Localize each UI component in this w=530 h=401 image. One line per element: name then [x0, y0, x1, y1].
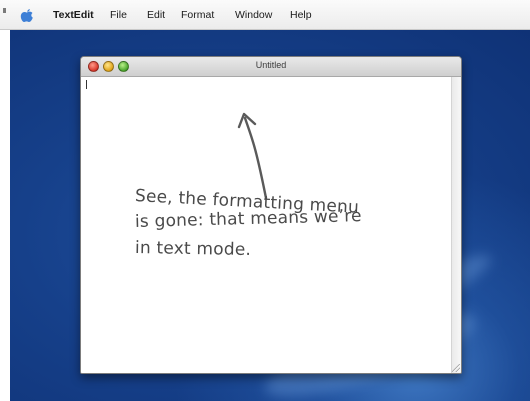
annotation-line: in text mode. — [134, 238, 252, 261]
menu-help[interactable]: Help — [290, 8, 312, 22]
apple-menu-icon[interactable] — [18, 8, 36, 24]
text-cursor — [86, 80, 87, 89]
menu-file[interactable]: File — [110, 8, 127, 22]
screen: TextEdit File Edit Format Window Help Un… — [0, 0, 530, 401]
window-title: Untitled — [255, 60, 287, 70]
window-titlebar[interactable]: Untitled — [81, 57, 461, 77]
menu-format[interactable]: Format — [181, 8, 214, 22]
handwritten-annotation: See, the formatting menu is gone: that m… — [134, 183, 435, 261]
menu-window[interactable]: Window — [235, 8, 272, 22]
menu-bar-edge — [3, 8, 6, 13]
menu-bar: TextEdit File Edit Format Window Help — [0, 0, 530, 30]
menu-edit[interactable]: Edit — [147, 8, 165, 22]
menu-app-textedit[interactable]: TextEdit — [53, 8, 94, 22]
resize-grip-icon[interactable] — [452, 364, 460, 372]
vertical-scrollbar[interactable] — [451, 77, 461, 373]
